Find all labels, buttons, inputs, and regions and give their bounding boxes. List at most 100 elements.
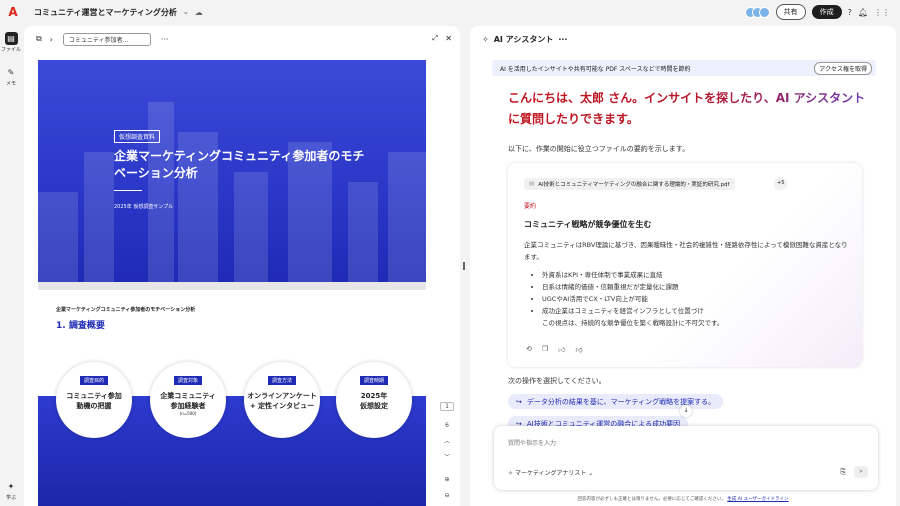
- close-icon[interactable]: ✕: [445, 34, 452, 43]
- resize-handle[interactable]: [463, 262, 465, 270]
- zoom-out-icon[interactable]: ⊖: [440, 492, 454, 499]
- sparkle-icon: ✧: [508, 470, 515, 477]
- lightbulb-icon: ✦: [7, 482, 15, 491]
- memo-icon: ✎: [7, 68, 15, 77]
- summary-card: ▤ AI技術とコミュニティマーケティングの融合に関する理論的・実証的研究.pdf …: [508, 163, 862, 367]
- action-prompt: 次の操作を選択してください。: [508, 377, 606, 385]
- apps-grid-icon[interactable]: ⋮⋮: [874, 8, 890, 17]
- chat-input[interactable]: 質問や指示を入力: [508, 438, 556, 447]
- top-bar: A コミュニティ運営とマーケティング分析 ⌄ ☁ 共有 作成 ? 🔔︎ ⋮⋮: [0, 0, 900, 24]
- create-button[interactable]: 作成: [811, 5, 842, 19]
- building-shape: [234, 172, 268, 282]
- copy-icon[interactable]: ❐: [542, 345, 548, 354]
- topbar-actions: 共有 作成 ? 🔔︎ ⋮⋮: [744, 4, 890, 20]
- more-files-badge[interactable]: +5: [774, 178, 788, 190]
- file-icon: ▤: [4, 32, 18, 45]
- circle-text: コミュニティ参加 動機の把握: [66, 392, 122, 410]
- ai-assistant-panel: ✧ AI アシスタント ··· AI を活用したインサイトや共有可能な PDF …: [470, 26, 896, 506]
- divider: [114, 190, 142, 191]
- page-two: 企業マーケティングコミュニティ参加者のモチベーション分析 1. 調査概要 調査目…: [38, 290, 426, 506]
- regenerate-icon[interactable]: ⟲: [526, 345, 532, 354]
- chevron-down-icon[interactable]: ⌄: [183, 8, 189, 16]
- assistant-title: AI アシスタント: [493, 35, 554, 44]
- page-header: 企業マーケティングコミュニティ参加者のモチベーション分析: [56, 307, 196, 313]
- list-item: 日系は情緒的価値・信頼重視だが定量化に課題: [542, 281, 704, 293]
- attach-file-icon[interactable]: ⎘: [840, 468, 846, 477]
- summary-label: 要約: [524, 203, 537, 210]
- disclaimer-text: 回答内容が必ずしも正確とは限りません。必要に応じてご確認ください。: [577, 497, 726, 502]
- chevron-right-icon[interactable]: ›: [50, 35, 53, 44]
- more-icon[interactable]: ···: [558, 35, 567, 44]
- left-rail: ▤ ファイル ✎ メモ ✦ 学ぶ: [0, 24, 22, 506]
- bell-icon[interactable]: 🔔︎: [858, 8, 868, 17]
- more-icon[interactable]: ···: [161, 35, 169, 44]
- persona-label: マーケティングアナリスト: [514, 470, 587, 477]
- summary-title: コミュニティ戦略が競争優位を生む: [524, 220, 652, 229]
- survey-circle: 調査時期 2025年 仮想設定: [336, 362, 412, 438]
- viewer-toolbar: ⧉ › コミュニティ参加者… ···: [24, 26, 460, 52]
- chevron-up-icon[interactable]: ︿: [440, 436, 454, 445]
- panel-icon[interactable]: ⧉: [36, 34, 42, 44]
- scroll-down-button[interactable]: ↓: [680, 405, 692, 417]
- chevron-down-icon: ⌄: [586, 470, 594, 477]
- circle-tag: 調査時期: [359, 376, 388, 385]
- rail-memo[interactable]: ✎ メモ: [0, 66, 22, 87]
- rail-files[interactable]: ▤ ファイル: [0, 32, 22, 53]
- cover-subtitle: 2025年 仮想調査サンプル: [114, 204, 174, 210]
- circle-tag: 調査目的: [79, 376, 108, 385]
- document-viewer: ⧉ › コミュニティ参加者… ··· ⤢ ✕ 仮想調査資料 企業マーケティングコ…: [24, 26, 460, 506]
- list-item: 外資系はKPI・専任体制で事業成果に直結: [542, 269, 704, 281]
- page-number-current[interactable]: 1: [440, 402, 454, 411]
- building-shape: [388, 152, 426, 282]
- banner-text: AI を活用したインサイトや共有可能な PDF スペースなどで時間を節約: [500, 65, 691, 73]
- chat-input-box: 質問や指示を入力 ✧ マーケティングアナリスト ⌄ ⎘ ➤: [494, 426, 878, 490]
- cover-page: 仮想調査資料 企業マーケティングコミュニティ参加者のモチベーション分析 2025…: [38, 60, 426, 282]
- circle-text: 2025年 仮想設定: [360, 392, 388, 410]
- pdf-page-area[interactable]: 仮想調査資料 企業マーケティングコミュニティ参加者のモチベーション分析 2025…: [38, 60, 426, 506]
- rail-learn[interactable]: ✦ 学ぶ: [0, 480, 22, 501]
- building-shape: [148, 102, 174, 282]
- circle-text: オンラインアンケート + 定性インタビュー: [247, 392, 317, 410]
- feedback-bar: ⟲ ❐ 👍︎ 👎︎: [526, 345, 583, 354]
- thumbs-down-icon[interactable]: 👎︎: [575, 345, 582, 354]
- cover-tag: 仮想調査資料: [114, 130, 161, 143]
- help-icon[interactable]: ?: [848, 8, 852, 17]
- share-button[interactable]: 共有: [775, 4, 806, 20]
- survey-circle: 調査対象 企業コミュニティ 参加経験者 (n=500): [150, 362, 226, 438]
- list-item: 成功企業はコミュニティを経営インフラとして位置づけ: [542, 305, 704, 317]
- circle-note: (n=500): [179, 411, 197, 416]
- expand-icon[interactable]: ⤢: [432, 34, 438, 43]
- disclaimer-footer: 回答内容が必ずしも正確とは限りません。必要に応じてご確認ください。 生成 AI …: [470, 496, 896, 502]
- persona-selector[interactable]: ✧ マーケティングアナリスト ⌄: [508, 468, 593, 477]
- acrobat-logo-icon[interactable]: A: [6, 5, 20, 19]
- avatar-group[interactable]: [744, 6, 770, 18]
- chevron-down-icon[interactable]: ﹀: [440, 452, 454, 461]
- send-button[interactable]: ➤: [854, 466, 868, 478]
- circle-tag: 調査方法: [267, 376, 296, 385]
- cloud-icon[interactable]: ☁: [195, 8, 203, 17]
- pdf-icon: ▤: [529, 181, 535, 187]
- greeting: こんにちは、太郎 さん。インサイトを探したり、AI アシスタントに質問したりでき…: [508, 88, 868, 130]
- file-chip-label: AI技術とコミュニティマーケティングの融合に関する理論的・実証的研究.pdf: [538, 182, 730, 188]
- summary-note: この視点は、持続的な競争優位を築く戦略設計に不可欠です。: [542, 319, 724, 327]
- zoom-in-icon[interactable]: ⊕: [440, 476, 454, 483]
- get-access-button[interactable]: アクセス権を取得: [814, 62, 872, 75]
- survey-circle: 調査目的コミュニティ参加 動機の把握: [56, 362, 132, 438]
- building-shape: [84, 152, 114, 282]
- guidelines-link[interactable]: 生成 AI ユーザーガイドライン: [727, 497, 788, 502]
- building-shape: [348, 182, 378, 282]
- intro-text: 以下に、作業の開始に役立つファイルの要約を示します。: [508, 145, 690, 153]
- section-heading: 1. 調査概要: [56, 321, 105, 331]
- circle-text: 企業コミュニティ 参加経験者: [160, 392, 216, 410]
- sparkle-icon: ✧: [482, 35, 489, 44]
- document-title[interactable]: コミュニティ運営とマーケティング分析: [34, 7, 177, 18]
- building-shape: [38, 192, 78, 282]
- file-dropdown[interactable]: コミュニティ参加者…: [62, 32, 151, 46]
- rail-files-label: ファイル: [0, 47, 21, 53]
- list-item: UGCやAI活用でCX・LTV向上が可能: [542, 293, 704, 305]
- promo-banner: AI を活用したインサイトや共有可能な PDF スペースなどで時間を節約 アクセ…: [492, 60, 876, 76]
- thumbs-up-icon[interactable]: 👍︎: [558, 345, 565, 354]
- arrow-icon: ↪: [516, 397, 522, 406]
- avatar[interactable]: [758, 6, 770, 18]
- file-chip[interactable]: ▤ AI技術とコミュニティマーケティングの融合に関する理論的・実証的研究.pdf: [524, 178, 735, 190]
